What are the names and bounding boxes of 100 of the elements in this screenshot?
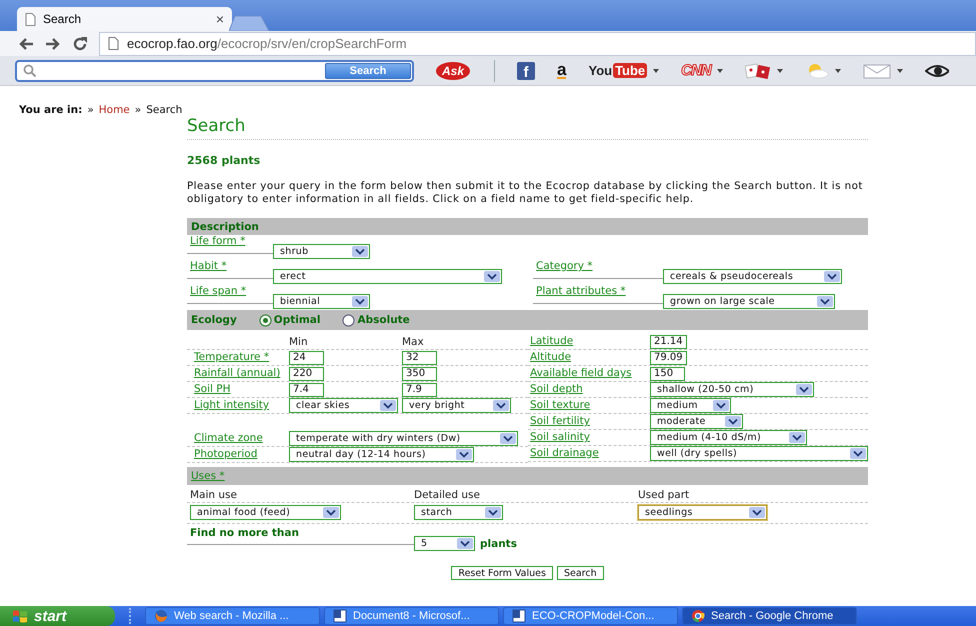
input-field[interactable]: 24 [289, 350, 324, 364]
input-field[interactable]: 7.4 [289, 382, 324, 396]
caret-icon [352, 296, 368, 307]
column-header: Max [402, 336, 425, 348]
forward-icon[interactable] [45, 36, 61, 50]
taskbar-button[interactable]: Search - Google Chrome [682, 607, 857, 625]
field-label[interactable]: Temperature * [187, 352, 289, 363]
dropdown[interactable]: biennial [273, 294, 370, 309]
dropdown[interactable]: temperate with dry winters (Dw) [289, 431, 518, 446]
caret-icon [824, 271, 840, 282]
dice-icon[interactable] [744, 62, 771, 78]
plant-count: 2568 plants [187, 154, 262, 167]
field-label[interactable]: Photoperiod [187, 449, 289, 460]
caret-icon [796, 384, 812, 395]
document-icon [512, 609, 526, 623]
field-label: Used part [638, 489, 690, 501]
dropdown[interactable]: erect [273, 269, 502, 284]
dropdown[interactable]: 5 [414, 536, 475, 551]
dropdown[interactable]: moderate [650, 414, 743, 429]
caret-icon [493, 400, 509, 411]
browser-tab[interactable]: Search × [17, 7, 232, 31]
input-field[interactable]: 79.09 [650, 350, 687, 364]
caret-icon [500, 433, 516, 444]
page-title: Search [187, 116, 868, 140]
form-button[interactable]: Reset Form Values [451, 566, 553, 580]
intro-text: Please enter your query in the form below then submit it to the Ecocrop database by clicking the Search button. It is not obligatory to enter information in all fields. Click on a field name to get field-specific help. [187, 180, 864, 206]
dropdown[interactable]: very bright [402, 398, 511, 413]
caret-icon [323, 507, 339, 518]
caret-icon[interactable] [716, 68, 723, 72]
amazon-logo[interactable]: a [557, 62, 566, 78]
address-field[interactable]: ecocrop.fao.org/ecocrop/srv/en/cropSearchForm [99, 32, 976, 56]
caret-icon[interactable] [896, 68, 903, 72]
caret-icon[interactable] [834, 68, 841, 72]
facebook-logo[interactable]: f [517, 62, 536, 80]
field-label[interactable]: Soil depth [528, 384, 650, 395]
search-icon [23, 64, 37, 78]
caret-icon [749, 507, 765, 518]
input-field[interactable]: 350 [402, 366, 437, 380]
page-icon [108, 37, 119, 50]
field-label[interactable]: Plant attributes * [533, 285, 663, 304]
taskbar-button[interactable]: Web search - Mozilla ... [145, 607, 320, 625]
breadcrumb-separator: » [134, 104, 142, 116]
dropdown[interactable]: seedlings [638, 505, 767, 520]
input-field[interactable]: 220 [289, 366, 324, 380]
input-field[interactable]: 21.14 [650, 334, 687, 348]
input-field[interactable]: 7.9 [402, 382, 437, 396]
dropdown[interactable]: clear skies [289, 398, 398, 413]
dropdown[interactable]: well (dry spells) [650, 446, 868, 461]
field-label[interactable]: Climate zone [187, 433, 289, 444]
ask-logo[interactable]: Ask [436, 62, 470, 80]
field-label[interactable]: Soil drainage [528, 448, 650, 459]
form-button[interactable]: Search [556, 566, 604, 580]
field-label[interactable]: Soil salinity [528, 432, 650, 443]
taskbar-button[interactable]: Document8 - Microsof... [324, 607, 499, 625]
radio-label[interactable]: Optimal [274, 314, 320, 326]
dropdown[interactable]: shallow (20-50 cm) [650, 382, 814, 397]
field-label[interactable]: Rainfall (annual) [187, 368, 289, 379]
field-label[interactable]: Soil fertility [528, 416, 650, 427]
caret-icon [725, 416, 741, 427]
radio-label[interactable]: Absolute [357, 314, 410, 326]
dropdown[interactable]: starch [414, 505, 503, 520]
dropdown[interactable]: medium [650, 398, 731, 413]
caret-icon[interactable] [776, 68, 783, 72]
caret-icon [352, 246, 368, 257]
taskbar-button[interactable]: ECO-CROPModel-Con... [503, 607, 678, 625]
dropdown[interactable]: grown on large scale [663, 294, 835, 309]
url-text: ecocrop.fao.org/ecocrop/srv/en/cropSearchForm [127, 36, 407, 51]
document-icon [333, 609, 347, 623]
start-button[interactable]: start [0, 606, 115, 626]
close-icon[interactable]: × [216, 11, 224, 27]
field-label: Detailed use [414, 489, 481, 501]
dropdown[interactable]: animal food (feed) [190, 505, 341, 520]
field-label[interactable]: Category * [533, 260, 663, 279]
caret-icon [457, 538, 473, 549]
breadcrumb-current: Search [146, 104, 182, 116]
breadcrumb-link[interactable]: Home [98, 104, 130, 116]
caret-icon [485, 507, 501, 518]
caret-icon [484, 271, 500, 282]
field-label[interactable]: Altitude [528, 352, 650, 363]
reload-icon[interactable] [72, 36, 88, 52]
new-tab-button[interactable] [229, 15, 269, 31]
input-field[interactable]: 32 [402, 350, 437, 364]
field-label[interactable]: Latitude [528, 336, 650, 347]
breadcrumb-label: You are in: [19, 104, 82, 116]
input-field[interactable]: 150 [650, 366, 685, 380]
dropdown[interactable]: neutral day (12-14 hours) [289, 447, 474, 462]
field-label[interactable]: Light intensity [187, 400, 289, 411]
radio-button[interactable] [258, 314, 272, 326]
field-label[interactable]: Available field days [528, 368, 650, 379]
column-header: Min [289, 336, 309, 348]
field-label[interactable]: Soil PH [187, 384, 289, 395]
dropdown[interactable]: cereals & pseudocereals [663, 269, 842, 284]
field-label: Find no more than [187, 524, 414, 545]
dropdown[interactable]: shrub [273, 244, 370, 259]
page-icon [25, 12, 36, 26]
back-icon[interactable] [18, 36, 34, 50]
caret-icon[interactable] [653, 68, 660, 72]
field-label[interactable]: Soil texture [528, 400, 650, 411]
radio-button[interactable] [342, 314, 356, 326]
dropdown[interactable]: medium (4-10 dS/m) [650, 430, 807, 445]
